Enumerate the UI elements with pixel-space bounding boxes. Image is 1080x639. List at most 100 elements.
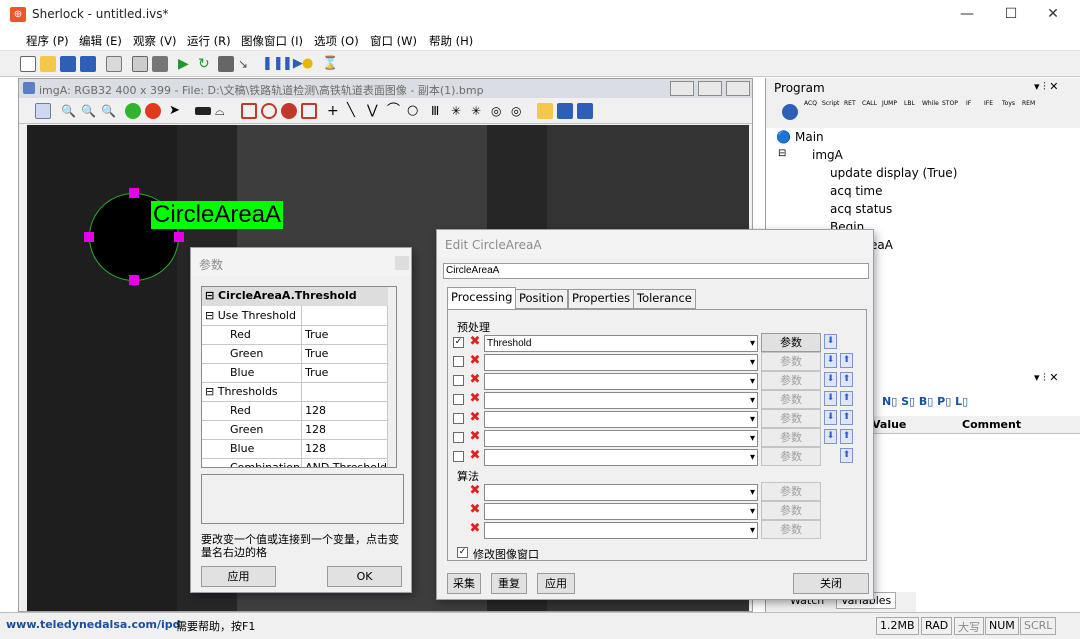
property-row[interactable]: Combination AND Threshold bbox=[202, 458, 388, 467]
expand-icon[interactable]: ⊟ bbox=[778, 148, 786, 159]
tab-position[interactable]: Position bbox=[515, 289, 568, 309]
hourglass-icon[interactable]: ⌛ bbox=[322, 56, 338, 72]
move-up-icon[interactable]: ⬆ bbox=[840, 353, 853, 368]
image-save-icon[interactable] bbox=[557, 103, 573, 119]
preprocess-checkbox[interactable] bbox=[453, 375, 464, 386]
tree-update-display[interactable]: update display (True) bbox=[830, 166, 957, 180]
spoke-in-icon[interactable]: ✳ bbox=[471, 103, 487, 119]
delete-icon[interactable]: ✖ bbox=[468, 335, 482, 349]
target-icon[interactable]: ◎ bbox=[511, 103, 527, 119]
print-icon[interactable] bbox=[152, 56, 168, 72]
circle-line-icon[interactable]: ○ bbox=[407, 103, 423, 119]
preprocess-checkbox[interactable] bbox=[453, 451, 464, 462]
rem-tool[interactable]: REM bbox=[1022, 100, 1035, 107]
preprocess-combo[interactable] bbox=[484, 430, 758, 447]
panel-menu-icon[interactable]: ▾ ⫶ ✕ bbox=[1034, 80, 1058, 94]
run-continuous-icon[interactable]: ↻ bbox=[198, 56, 214, 72]
var-panel-menu-icon[interactable]: ▾ ⫶ ✕ bbox=[1034, 371, 1058, 385]
property-row[interactable]: ⊟ Use Threshold bbox=[202, 306, 388, 326]
param-close-button[interactable] bbox=[395, 256, 409, 270]
param-button[interactable]: 参数 bbox=[761, 501, 821, 520]
preprocess-checkbox[interactable]: ✓ bbox=[453, 337, 464, 348]
menu-run[interactable]: 运行 (R) bbox=[187, 33, 231, 49]
property-row[interactable]: ⊟ Thresholds bbox=[202, 382, 388, 402]
image-restore-button[interactable] bbox=[698, 81, 722, 96]
acquire-button[interactable]: 采集 bbox=[447, 573, 481, 594]
move-up-icon[interactable]: ⬆ bbox=[840, 448, 853, 463]
circle-area-icon[interactable] bbox=[261, 103, 277, 119]
pause-icon[interactable]: ❚❚ bbox=[262, 56, 284, 72]
image-open-icon[interactable] bbox=[537, 103, 553, 119]
menu-edit[interactable]: 编辑 (E) bbox=[79, 33, 122, 49]
copy-icon[interactable] bbox=[106, 56, 122, 72]
if-tool[interactable]: IF bbox=[966, 100, 971, 107]
rect-area-icon[interactable] bbox=[241, 103, 257, 119]
param-button[interactable]: 参数 bbox=[761, 482, 821, 501]
toys-tool[interactable]: Toys bbox=[1002, 100, 1015, 107]
move-down-icon[interactable]: ⬇ bbox=[824, 391, 837, 406]
polyline-tool-icon[interactable]: ⋁ bbox=[367, 103, 383, 119]
move-down-icon[interactable]: ⬇ bbox=[824, 353, 837, 368]
preprocess-checkbox[interactable] bbox=[453, 413, 464, 424]
param-button[interactable]: 参数 bbox=[761, 409, 821, 428]
image-close-button[interactable] bbox=[726, 81, 750, 96]
delete-icon[interactable]: ✖ bbox=[468, 522, 482, 536]
menu-window[interactable]: 窗口 (W) bbox=[370, 33, 417, 49]
preprocess-combo[interactable] bbox=[484, 411, 758, 428]
tab-processing[interactable]: Processing bbox=[447, 287, 517, 309]
modify-window-checkbox[interactable]: ✓ bbox=[457, 547, 468, 558]
annulus-icon[interactable] bbox=[281, 103, 297, 119]
move-down-icon[interactable]: ⬇ bbox=[824, 410, 837, 425]
value-column[interactable]: Value bbox=[872, 418, 906, 431]
delete-icon[interactable]: ✖ bbox=[468, 392, 482, 406]
param-button[interactable]: 参数 bbox=[761, 352, 821, 371]
menu-options[interactable]: 选项 (O) bbox=[314, 33, 359, 49]
delete-icon[interactable]: ✖ bbox=[468, 354, 482, 368]
tab-tolerance[interactable]: Tolerance bbox=[633, 289, 696, 309]
preprocess-combo[interactable]: Threshold bbox=[484, 335, 758, 352]
ife-tool[interactable]: IFE bbox=[984, 100, 993, 107]
while-tool[interactable]: While bbox=[922, 100, 939, 107]
param-button[interactable]: 参数 bbox=[761, 520, 821, 539]
property-row[interactable]: Green 128 bbox=[202, 420, 388, 440]
name-field[interactable]: CircleAreaA bbox=[443, 263, 869, 279]
spoke-icon[interactable]: ✳ bbox=[451, 103, 467, 119]
new-icon[interactable] bbox=[20, 56, 36, 72]
zoom-in-icon[interactable]: 🔍 bbox=[81, 103, 97, 119]
variable-type-buttons[interactable]: N▯ S▯ B▯ P▯ L▯ bbox=[882, 395, 968, 408]
stop-tool[interactable]: STOP bbox=[942, 100, 958, 107]
maximize-button[interactable]: ☐ bbox=[988, 0, 1034, 29]
arc-tool-icon[interactable]: ⌓ bbox=[215, 103, 231, 119]
save-as-icon[interactable] bbox=[80, 56, 96, 72]
edit-close-button[interactable]: 关闭 bbox=[793, 573, 869, 594]
lbl-tool[interactable]: LBL bbox=[904, 100, 915, 107]
delete-icon[interactable]: ✖ bbox=[468, 411, 482, 425]
acq-tool[interactable]: ACQ bbox=[804, 100, 817, 107]
preprocess-combo[interactable] bbox=[484, 354, 758, 371]
move-up-icon[interactable]: ⬆ bbox=[840, 391, 853, 406]
preprocess-checkbox[interactable] bbox=[453, 394, 464, 405]
minimize-button[interactable]: — bbox=[944, 0, 990, 29]
move-down-icon[interactable]: ⬇ bbox=[824, 429, 837, 444]
tab-properties[interactable]: Properties bbox=[568, 289, 635, 309]
roi-handle-bottom[interactable] bbox=[129, 275, 139, 285]
move-down-icon[interactable]: ⬇ bbox=[824, 372, 837, 387]
move-down-icon[interactable]: ⬇ bbox=[824, 334, 837, 349]
bullseye-icon[interactable]: ◎ bbox=[491, 103, 507, 119]
green-light-icon[interactable] bbox=[125, 103, 141, 119]
tree-acq-status[interactable]: acq status bbox=[830, 202, 892, 216]
param-button[interactable]: 参数 bbox=[761, 428, 821, 447]
menu-image-window[interactable]: 图像窗口 (I) bbox=[241, 33, 303, 49]
open-icon[interactable] bbox=[40, 56, 56, 72]
bulb-icon[interactable]: ● bbox=[302, 56, 318, 72]
delete-icon[interactable]: ✖ bbox=[468, 503, 482, 517]
tree-imga[interactable]: imgA bbox=[812, 148, 843, 162]
rake-icon[interactable]: Ⅲ bbox=[431, 103, 447, 119]
delete-icon[interactable]: ✖ bbox=[468, 430, 482, 444]
move-up-icon[interactable]: ⬆ bbox=[840, 429, 853, 444]
preprocess-checkbox[interactable] bbox=[453, 356, 464, 367]
point-tool-icon[interactable]: + bbox=[327, 103, 343, 119]
jump-tool[interactable]: JUMP bbox=[882, 100, 897, 107]
step-icon[interactable]: ↘ bbox=[238, 56, 254, 72]
image-minimize-button[interactable] bbox=[670, 81, 694, 96]
